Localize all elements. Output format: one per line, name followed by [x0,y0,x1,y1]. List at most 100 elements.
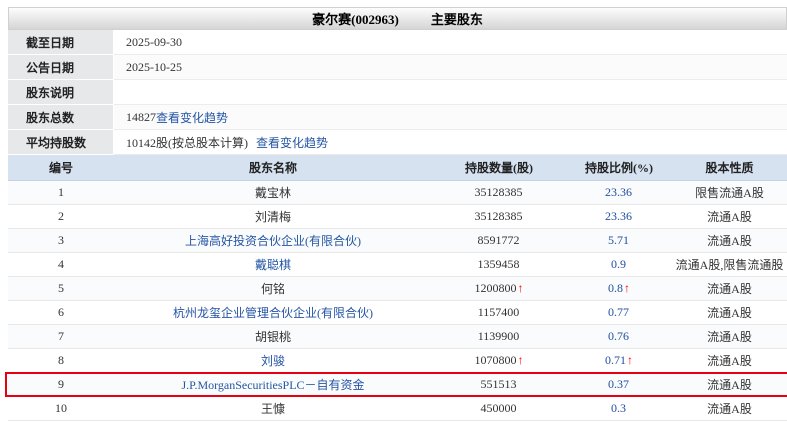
table-row: 4 戴聪棋 1359458 0.9 流通A股,限售流通股 [8,253,787,277]
holding-percent: 23.36 [566,181,672,204]
table-row: 8 刘骏 1070800↑ 0.71↑ 流通A股 [8,349,787,373]
shareholder-name-link[interactable]: 杭州龙玺企业管理合伙企业(有限合伙) [114,301,432,324]
share-nature: 限售流通A股 [672,181,787,204]
row-number: 2 [8,205,114,228]
info-value: 10142股(按总股本计算) 查看变化趋势 [114,130,787,155]
up-arrow-icon: ↑ [624,281,630,296]
pct-value: 5.71 [608,233,629,248]
info-row-average-holding: 平均持股数 10142股(按总股本计算) 查看变化趋势 [8,130,787,155]
page-title: 豪尔赛(002963) 主要股东 [8,7,787,30]
holding-quantity: 8591772 [432,229,566,252]
section-title: 主要股东 [431,9,483,28]
qty-value: 35128385 [475,209,523,224]
row-number: 7 [8,325,114,348]
info-row-deadline: 截至日期 2025-09-30 [8,30,787,55]
shareholder-name: 戴宝林 [114,181,432,204]
info-row-shareholder-note: 股东说明 [8,80,787,105]
row-number: 9 [8,373,114,396]
shareholders-table: 豪尔赛(002963) 主要股东 截至日期 2025-09-30 公告日期 20… [8,7,787,421]
pct-value: 0.8 [608,281,623,296]
pct-value: 0.3 [611,401,626,416]
row-number: 1 [8,181,114,204]
table-row: 2 刘清梅 35128385 23.36 流通A股 [8,205,787,229]
qty-value: 1200800 [475,281,517,296]
shareholder-name-link[interactable]: 戴聪棋 [114,253,432,276]
table-row: 5 何铭 1200800↑ 0.8↑ 流通A股 [8,277,787,301]
col-header-nature: 股本性质 [672,155,787,180]
holding-percent: 0.71↑ [566,349,672,372]
table-row: 6 杭州龙玺企业管理合伙企业(有限合伙) 1157400 0.77 流通A股 [8,301,787,325]
holding-quantity: 1359458 [432,253,566,276]
row-number: 3 [8,229,114,252]
row-number: 8 [8,349,114,372]
row-number: 6 [8,301,114,324]
up-arrow-icon: ↑ [627,353,633,368]
table-row-highlighted: 9 J.P.MorganSecuritiesPLC－自有资金 551513 0.… [8,373,787,397]
holding-percent: 0.76 [566,325,672,348]
qty-value: 8591772 [478,233,520,248]
holding-quantity: 35128385 [432,205,566,228]
up-arrow-icon: ↑ [518,353,524,368]
qty-value: 35128385 [475,185,523,200]
stock-title: 豪尔赛(002963) [312,9,399,28]
info-label: 平均持股数 [8,130,114,155]
holding-percent: 0.9 [566,253,672,276]
table-row: 7 胡银桃 1139900 0.76 流通A股 [8,325,787,349]
shareholder-name: 刘清梅 [114,205,432,228]
qty-value: 1157400 [478,305,520,320]
share-nature: 流通A股 [672,301,787,324]
qty-value: 450000 [481,401,517,416]
shareholder-name: 胡银桃 [114,325,432,348]
shareholder-name-link[interactable]: 刘骏 [114,349,432,372]
holding-percent: 23.36 [566,205,672,228]
shareholder-name: 何铭 [114,277,432,300]
share-nature: 流通A股 [672,229,787,252]
info-value: 2025-10-25 [114,55,787,80]
holding-percent: 0.3 [566,397,672,420]
holding-quantity: 1070800↑ [432,349,566,372]
holding-quantity: 1139900 [432,325,566,348]
pct-value: 0.71 [605,353,626,368]
info-label: 股东说明 [8,80,114,105]
info-value-text: 10142股(按总股本计算) [126,134,248,151]
table-header-row: 编号 股东名称 持股数量(股) 持股比例(%) 股本性质 [8,155,787,181]
share-nature: 流通A股 [672,397,787,420]
info-label: 股东总数 [8,105,114,130]
holding-percent: 5.71 [566,229,672,252]
shareholder-name-link[interactable]: 上海高好投资合伙企业(有限合伙) [114,229,432,252]
info-value: 2025-09-30 [114,30,787,55]
share-nature: 流通A股 [672,325,787,348]
col-header-pct: 持股比例(%) [566,155,672,180]
shareholder-name-link[interactable]: J.P.MorganSecuritiesPLC－自有资金 [114,373,432,396]
holding-quantity: 1157400 [432,301,566,324]
info-label: 截至日期 [8,30,114,55]
share-nature: 流通A股 [672,373,787,396]
col-header-name: 股东名称 [114,155,432,180]
info-value-text: 14827 [126,110,156,125]
qty-value: 1139900 [478,329,520,344]
pct-value: 0.9 [611,257,626,272]
info-row-announce-date: 公告日期 2025-10-25 [8,55,787,80]
row-number: 5 [8,277,114,300]
holding-percent: 0.77 [566,301,672,324]
col-header-qty: 持股数量(股) [432,155,566,180]
holding-quantity: 450000 [432,397,566,420]
table-row: 1 戴宝林 35128385 23.36 限售流通A股 [8,181,787,205]
view-trend-link[interactable]: 查看变化趋势 [156,109,228,126]
qty-value: 1359458 [478,257,520,272]
up-arrow-icon: ↑ [518,281,524,296]
col-header-no: 编号 [8,155,114,180]
row-number: 10 [8,397,114,420]
holding-percent: 0.8↑ [566,277,672,300]
share-nature: 流通A股 [672,277,787,300]
qty-value: 551513 [481,377,517,392]
info-value: 14827 查看变化趋势 [114,105,787,130]
holding-quantity: 35128385 [432,181,566,204]
info-value [114,80,787,105]
view-trend-link[interactable]: 查看变化趋势 [256,134,328,151]
info-value-text: 2025-09-30 [126,35,182,50]
qty-value: 1070800 [475,353,517,368]
share-nature: 流通A股 [672,349,787,372]
share-nature: 流通A股 [672,205,787,228]
holding-percent: 0.37 [566,373,672,396]
